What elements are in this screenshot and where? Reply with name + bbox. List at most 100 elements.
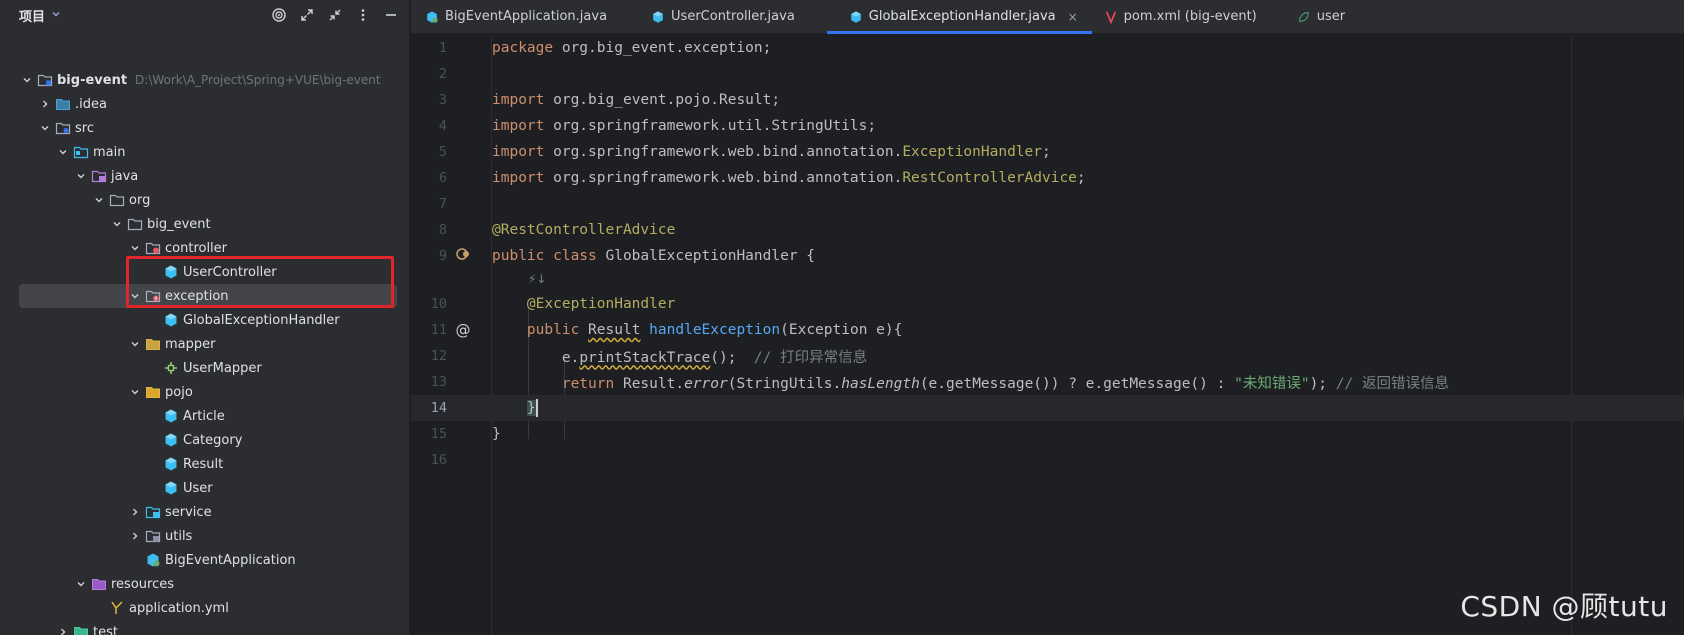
line-number: 16 — [430, 452, 447, 468]
code-line-12: 12 e.printStackTrace(); // 打印异常信息 — [411, 343, 1684, 369]
class-icon — [163, 264, 179, 280]
code-text: public Result handleException(Exception … — [526, 322, 903, 338]
class-icon — [163, 456, 179, 472]
folder-icon — [73, 144, 89, 160]
tree-item-controller[interactable]: controller — [0, 236, 409, 260]
line-number: 13 — [430, 374, 447, 390]
chevron-down-icon[interactable] — [37, 120, 53, 136]
tree-item-utils[interactable]: utils — [0, 524, 409, 548]
tree-item-org[interactable]: org — [0, 188, 409, 212]
tree-item-label: UserController — [183, 264, 277, 280]
chevron-right-icon[interactable] — [127, 528, 143, 544]
package-folder-icon — [127, 216, 143, 232]
line-number: 1 — [438, 40, 447, 56]
inlay-hint-row: ⚡↓ — [411, 269, 1684, 289]
tree-item-article[interactable]: Article — [0, 404, 409, 428]
chevron-down-icon[interactable] — [73, 576, 89, 592]
code-text: @RestControllerAdvice — [492, 222, 676, 238]
tree-item-label: application.yml — [129, 600, 229, 616]
java-source-folder-icon — [91, 168, 107, 184]
chevron-down-icon[interactable] — [127, 384, 143, 400]
code-line-8: 8 @RestControllerAdvice — [411, 217, 1684, 243]
code-text: return Result.error(StringUtils.hasLengt… — [561, 375, 1449, 392]
tree-item-path: D:\Work\A_Project\Spring+VUE\big-event — [135, 73, 381, 87]
tree-item-label: Category — [183, 432, 243, 448]
resources-folder-icon — [91, 576, 107, 592]
tree-item-label: .idea — [75, 96, 107, 112]
code-editor[interactable]: 1 package org.big_event.exception; 2 3 i… — [411, 35, 1684, 635]
chevron-right-icon[interactable] — [127, 504, 143, 520]
target-icon[interactable] — [271, 7, 287, 23]
tree-item-big-event[interactable]: big-event D:\Work\A_Project\Spring+VUE\b… — [0, 68, 409, 92]
line-number: 5 — [438, 144, 447, 160]
tab-user[interactable]: user — [1271, 0, 1359, 33]
tree-item-test[interactable]: test — [0, 620, 409, 635]
chevron-down-icon[interactable] — [109, 216, 125, 232]
tab-bigeventapplication[interactable]: BigEventApplication.java — [411, 0, 621, 33]
code-text: import org.springframework.web.bind.anno… — [492, 144, 1051, 160]
chevron-down-icon[interactable] — [127, 336, 143, 352]
controller-folder-icon — [145, 240, 161, 256]
line-number: 4 — [438, 118, 447, 134]
code-text: e.printStackTrace(); // 打印异常信息 — [561, 349, 868, 366]
tab-label: user — [1316, 9, 1346, 24]
tab-pom-xml[interactable]: pom.xml (big-event) — [1092, 0, 1271, 33]
tab-usercontroller[interactable]: UserController.java — [621, 0, 809, 33]
tree-item-usermapper[interactable]: UserMapper — [0, 356, 409, 380]
spring-class-icon — [425, 10, 439, 24]
line-number: 14 — [430, 400, 447, 416]
tree-item-label: GlobalExceptionHandler — [183, 312, 340, 328]
class-icon — [163, 312, 179, 328]
tab-label: UserController.java — [671, 9, 795, 24]
class-icon — [163, 432, 179, 448]
tree-item-user[interactable]: User — [0, 476, 409, 500]
tree-item-src[interactable]: src — [0, 116, 409, 140]
chevron-down-icon[interactable] — [55, 144, 71, 160]
tab-label: GlobalExceptionHandler.java — [868, 9, 1056, 24]
tree-item-result[interactable]: Result — [0, 452, 409, 476]
more-icon[interactable] — [355, 7, 371, 23]
chevron-down-icon[interactable] — [19, 72, 35, 88]
tree-item-resources[interactable]: resources — [0, 572, 409, 596]
tree-item-category[interactable]: Category — [0, 428, 409, 452]
code-line-13: 13 return Result.error(StringUtils.hasLe… — [411, 369, 1684, 395]
chevron-down-icon[interactable] — [91, 192, 107, 208]
tree-item-label: pojo — [165, 384, 193, 400]
mapper-folder-icon — [145, 336, 161, 352]
tree-item-main[interactable]: main — [0, 140, 409, 164]
code-text: } — [492, 426, 501, 442]
tree-item-service[interactable]: service — [0, 500, 409, 524]
at-gutter-icon[interactable]: @ — [453, 321, 473, 339]
project-panel-title[interactable]: 项目 — [19, 6, 45, 25]
usage-inlay-hint[interactable]: ⚡↓ — [528, 272, 546, 286]
tree-item-application-yml[interactable]: application.yml — [0, 596, 409, 620]
chevron-down-icon[interactable] — [51, 9, 61, 22]
tree-item-java[interactable]: java — [0, 164, 409, 188]
tree-item-mapper[interactable]: mapper — [0, 332, 409, 356]
exception-folder-icon — [145, 288, 161, 304]
text-caret — [535, 399, 538, 417]
chevron-right-icon[interactable] — [37, 96, 53, 112]
chevron-down-icon[interactable] — [127, 288, 143, 304]
expand-icon[interactable] — [299, 7, 315, 23]
collapse-icon[interactable] — [327, 7, 343, 23]
chevron-down-icon[interactable] — [127, 240, 143, 256]
tree-item-exception[interactable]: exception — [19, 284, 397, 308]
tree-item-globalexceptionhandler[interactable]: GlobalExceptionHandler — [0, 308, 409, 332]
chevron-down-icon[interactable] — [73, 168, 89, 184]
tree-item-bigeventapplication[interactable]: BigEventApplication — [0, 548, 409, 572]
tree-item-label: BigEventApplication — [165, 552, 296, 568]
minimize-icon[interactable] — [383, 7, 399, 23]
line-number: 8 — [438, 222, 447, 238]
code-line-14: 14 } — [411, 395, 1684, 421]
chevron-right-icon[interactable] — [55, 624, 71, 635]
close-icon[interactable]: × — [1068, 10, 1078, 24]
code-line-10: 10 @ExceptionHandler — [411, 291, 1684, 317]
editor-tabs: BigEventApplication.java UserController.… — [411, 0, 1684, 34]
tree-item-pojo[interactable]: pojo — [0, 380, 409, 404]
tree-item-idea[interactable]: .idea — [0, 92, 409, 116]
tree-item-usercontroller[interactable]: UserController — [0, 260, 409, 284]
tree-item-big_event[interactable]: big_event — [0, 212, 409, 236]
tab-globalexceptionhandler[interactable]: GlobalExceptionHandler.java × — [826, 0, 1092, 34]
bean-gutter-icon[interactable] — [453, 246, 473, 266]
